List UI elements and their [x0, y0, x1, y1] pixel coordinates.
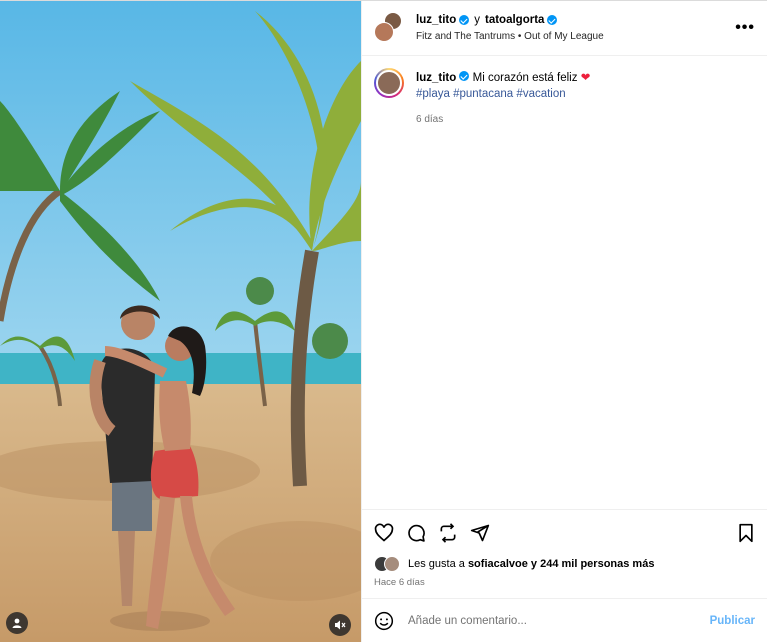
emoji-icon[interactable]	[374, 611, 394, 631]
avatar	[374, 22, 394, 42]
bookmark-icon[interactable]	[737, 523, 755, 543]
post-media[interactable]	[0, 1, 361, 642]
song-link[interactable]: Fitz and The Tantrums • Out of My League	[416, 31, 604, 42]
avatar[interactable]	[374, 68, 404, 98]
beach-photo	[0, 1, 361, 642]
speaker-muted-icon	[335, 620, 346, 630]
instagram-post: luz_tito y tatoalgorta Fitz and The Tant…	[0, 0, 767, 642]
hashtag-link[interactable]: #vacation	[516, 88, 565, 100]
action-bar	[362, 509, 767, 555]
caption: luz_tito Mi corazón está feliz ❤ #playa …	[362, 56, 767, 125]
publish-button[interactable]: Publicar	[710, 615, 755, 627]
likes-summary: Les gusta a sofiacalvoe y 244 mil person…	[362, 555, 767, 573]
connector-text: y	[474, 14, 480, 26]
more-options-icon[interactable]: •••	[735, 19, 755, 37]
comment-input[interactable]	[406, 613, 710, 628]
verified-badge-icon	[459, 15, 470, 25]
caption-username[interactable]: luz_tito	[416, 72, 456, 84]
liker-avatars	[374, 556, 404, 572]
caption-text: Mi corazón está feliz	[472, 72, 578, 84]
post-header: luz_tito y tatoalgorta Fitz and The Tant…	[362, 1, 767, 56]
collab-username-link[interactable]: tatoalgorta	[485, 14, 544, 26]
caption-timestamp: 6 días	[416, 114, 444, 125]
comment-icon[interactable]	[406, 523, 426, 543]
liker-username-link[interactable]: sofiacalvoe	[468, 558, 528, 570]
likes-prefix: Les gusta a	[408, 558, 465, 570]
post-timestamp[interactable]: Hace 6 días	[362, 573, 767, 588]
user-icon	[12, 618, 22, 628]
hashtag-link[interactable]: #playa	[416, 88, 450, 100]
likes-count-link[interactable]: y 244 mil personas más	[531, 558, 655, 570]
tagged-users-button[interactable]	[6, 612, 28, 634]
verified-badge-icon	[459, 71, 470, 81]
mute-button[interactable]	[329, 614, 351, 636]
post-side-panel: luz_tito y tatoalgorta Fitz and The Tant…	[361, 1, 767, 642]
avatar	[384, 556, 400, 572]
send-icon[interactable]	[470, 523, 490, 543]
share-icon[interactable]	[438, 522, 458, 543]
collab-avatars[interactable]	[374, 12, 402, 42]
heart-icon[interactable]	[374, 523, 394, 543]
verified-badge-icon	[547, 15, 558, 25]
hashtag-link[interactable]: #puntacana	[453, 88, 513, 100]
heart-emoji: ❤	[580, 72, 591, 84]
comment-box: Publicar	[362, 598, 767, 642]
username-link[interactable]: luz_tito	[416, 14, 456, 26]
